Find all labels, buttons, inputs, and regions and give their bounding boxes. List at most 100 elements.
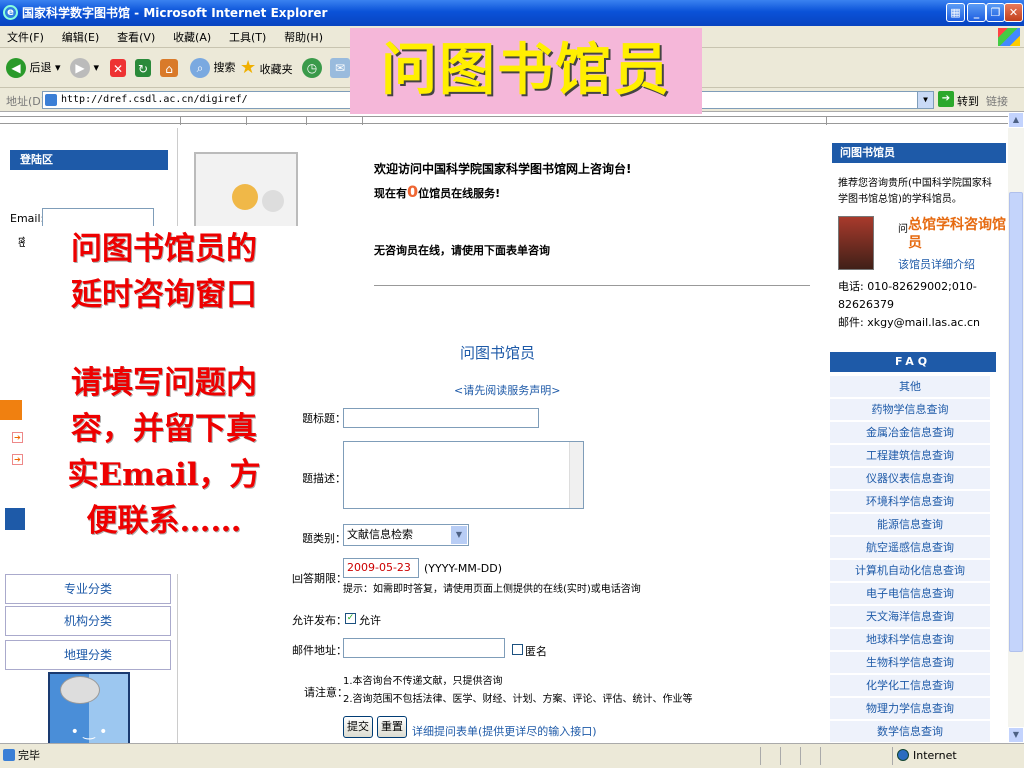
- textarea-scrollbar[interactable]: [569, 442, 583, 508]
- deadline-input[interactable]: 2009-05-23: [343, 558, 419, 578]
- status-divider: [820, 747, 821, 765]
- arrow-bullet-icon[interactable]: ➔: [12, 454, 23, 465]
- annotation-line: 实Email，方: [67, 457, 261, 493]
- deadline-hint: 提示：如需即时答复，请使用页面上侧提供的在线(实时)或电话咨询: [343, 584, 641, 595]
- menu-file[interactable]: 文件(F): [0, 27, 51, 49]
- faq-item[interactable]: 数学信息查询: [830, 721, 990, 743]
- faq-item[interactable]: 天文海洋信息查询: [830, 606, 990, 628]
- faq-item[interactable]: 航空遥感信息查询: [830, 537, 990, 559]
- status-divider: [800, 747, 801, 765]
- back-button[interactable]: ◀ 后退 ▾: [6, 56, 61, 80]
- anonymous-checkbox[interactable]: [512, 644, 523, 655]
- favorites-button[interactable]: ★ 收藏夹: [240, 56, 293, 80]
- faq-item[interactable]: 工程建筑信息查询: [830, 445, 990, 467]
- form-title: 问图书馆员: [460, 344, 536, 362]
- category-subject-button[interactable]: 专业分类: [5, 574, 171, 604]
- search-label: 搜索: [213, 61, 236, 74]
- description-textarea[interactable]: [343, 441, 584, 509]
- history-button[interactable]: ◷: [302, 56, 322, 80]
- online-suffix: 位馆员在线服务!: [418, 187, 501, 200]
- notice-label: 请注意：: [304, 686, 348, 699]
- close-button[interactable]: ✕: [1004, 3, 1023, 22]
- online-status: 现在有0位馆员在线服务!: [374, 182, 500, 201]
- links-button[interactable]: 链接: [986, 93, 1008, 109]
- minimize-button[interactable]: _: [967, 3, 986, 22]
- faq-item[interactable]: 其他: [830, 376, 990, 398]
- person-icon: [232, 184, 258, 210]
- divider: [374, 285, 810, 286]
- chat-bubble-icon: [60, 676, 100, 704]
- status-bar: 完毕 Internet: [0, 743, 1024, 768]
- go-arrow-icon[interactable]: ➔: [938, 91, 954, 107]
- back-arrow-icon: ◀: [6, 58, 26, 78]
- category-geography-button[interactable]: 地理分类: [5, 640, 171, 670]
- blue-tab: [5, 508, 25, 530]
- faq-item[interactable]: 仪器仪表信息查询: [830, 468, 990, 490]
- category-label: 题类别：: [302, 532, 346, 545]
- page-icon: [45, 94, 57, 106]
- login-email-input[interactable]: [42, 208, 154, 228]
- scroll-up-arrow-icon[interactable]: ▲: [1008, 112, 1024, 128]
- service-statement-link[interactable]: <请先阅读服务声明>: [454, 382, 560, 398]
- scroll-thumb[interactable]: [1009, 192, 1023, 652]
- ie-logo-icon: e: [3, 5, 18, 20]
- status-text: 完毕: [18, 749, 40, 762]
- mail-icon: ✉: [330, 58, 350, 78]
- faq-item[interactable]: 物理力学信息查询: [830, 698, 990, 720]
- globe-icon: [897, 749, 909, 761]
- faq-item[interactable]: 生物科学信息查询: [830, 652, 990, 674]
- faq-item[interactable]: 金属冶金信息查询: [830, 422, 990, 444]
- refresh-button[interactable]: ↻: [135, 56, 151, 80]
- detailed-form-link[interactable]: 详细提问表单(提供更详尽的输入接口): [412, 723, 597, 739]
- publish-option-label: 允许: [359, 614, 381, 627]
- subject-input[interactable]: [343, 408, 539, 428]
- menu-icon[interactable]: ▦: [946, 3, 965, 22]
- faq-item[interactable]: 化学化工信息查询: [830, 675, 990, 697]
- go-button[interactable]: 转到: [957, 93, 979, 109]
- librarian-photo: [838, 216, 874, 270]
- faq-item[interactable]: 环境科学信息查询: [830, 491, 990, 513]
- publish-checkbox[interactable]: ✓: [345, 613, 356, 624]
- anonymous-label: 匿名: [525, 645, 547, 658]
- menu-help[interactable]: 帮助(H): [277, 27, 330, 49]
- librarian-name-link[interactable]: 总馆学科咨询馆员: [908, 216, 1006, 252]
- search-button[interactable]: ⌕ 搜索: [190, 56, 236, 80]
- publish-label: 允许发布：: [292, 614, 347, 627]
- submit-button[interactable]: 提交: [343, 716, 373, 738]
- arrow-bullet-icon[interactable]: ➔: [12, 432, 23, 443]
- home-button[interactable]: ⌂: [160, 56, 178, 80]
- faq-item[interactable]: 能源信息查询: [830, 514, 990, 536]
- stop-button[interactable]: ✕: [110, 56, 126, 80]
- online-count: 0: [407, 182, 419, 201]
- menu-view[interactable]: 查看(V): [110, 27, 162, 49]
- login-header: 登陆区: [10, 150, 168, 170]
- deadline-format: (YYYY-MM-DD): [424, 562, 503, 575]
- faq-item[interactable]: 地球科学信息查询: [830, 629, 990, 651]
- category-institution-button[interactable]: 机构分类: [5, 606, 171, 636]
- forward-button[interactable]: ▶ ▾: [70, 56, 99, 80]
- annotation-spacer: [25, 318, 303, 360]
- email-input[interactable]: [343, 638, 505, 658]
- restore-button[interactable]: ❐: [986, 3, 1005, 22]
- category-select[interactable]: 文献信息检索 ▼: [343, 524, 469, 546]
- zone-label: Internet: [913, 749, 957, 762]
- menu-edit[interactable]: 编辑(E): [55, 27, 107, 49]
- slide-banner: 问图书馆员: [350, 28, 702, 114]
- subject-label: 题标题：: [302, 412, 346, 425]
- home-icon: ⌂: [160, 59, 178, 77]
- menu-favorites[interactable]: 收藏(A): [166, 27, 218, 49]
- page-scrollbar[interactable]: ▲ ▼: [1008, 112, 1024, 743]
- librarian-detail-link[interactable]: 该馆员详细介绍: [898, 256, 975, 272]
- faq-item[interactable]: 电子电信信息查询: [830, 583, 990, 605]
- scroll-down-arrow-icon[interactable]: ▼: [1008, 727, 1024, 743]
- annotation-line: 延时咨询窗口: [71, 277, 257, 313]
- menu-tools[interactable]: 工具(T): [222, 27, 273, 49]
- address-dropdown-button[interactable]: ▼: [917, 92, 933, 108]
- faq-item[interactable]: 计算机自动化信息查询: [830, 560, 990, 582]
- mail-button[interactable]: ✉: [330, 56, 350, 80]
- reset-button[interactable]: 重置: [377, 716, 407, 738]
- star-icon: ★: [240, 57, 257, 78]
- nav-strip: [0, 116, 1008, 125]
- faq-item[interactable]: 药物学信息查询: [830, 399, 990, 421]
- annotation-overlay: 问图书馆员的 延时咨询窗口 请填写问题内 容，并留下真 实Email，方 便联系…: [25, 226, 303, 574]
